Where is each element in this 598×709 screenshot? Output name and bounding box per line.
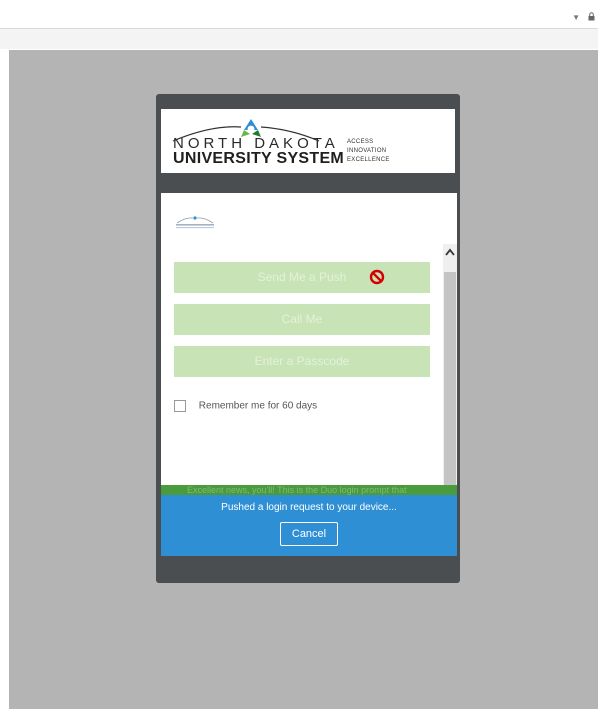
institution-logo-icon (176, 216, 214, 229)
lock-icon (588, 12, 595, 21)
remember-me: Remember me for 60 days (174, 400, 317, 412)
push-notice-bar: Pushed a login request to your device...… (161, 495, 457, 556)
push-notice-message: Pushed a login request to your device... (221, 502, 397, 513)
send-push-button[interactable]: Send Me a Push (174, 262, 430, 293)
auth-methods: Send Me a Push Call Me Enter a Passcode (174, 262, 430, 388)
chevron-down-icon[interactable]: ▼ (572, 13, 580, 22)
tagline-access: ACCESS (347, 139, 374, 145)
chevron-up-icon[interactable] (444, 244, 456, 262)
remember-me-checkbox[interactable] (174, 400, 186, 412)
browser-toolbar-strip (0, 29, 598, 49)
no-entry-icon (369, 269, 385, 285)
remember-me-label: Remember me for 60 days (198, 400, 318, 412)
success-message-text: Excellent news, you'll! This is the Duo … (187, 485, 407, 495)
ndus-logo: NORTH DAKOTA UNIVERSITY SYSTEM ACCESS IN… (161, 109, 455, 173)
logo-tagline: ACCESS INNOVATION EXCELLENCE (347, 138, 390, 165)
logo-line-university-system: UNIVERSITY SYSTEM (173, 150, 345, 167)
auth-content: Send Me a Push Call Me Enter a Passcode … (161, 193, 457, 556)
browser-address-bar: ▼ (0, 8, 598, 29)
cancel-button[interactable]: Cancel (280, 522, 338, 546)
tagline-innovation: INNOVATION (347, 148, 387, 154)
tagline-excellence: EXCELLENCE (347, 157, 390, 163)
login-dialog: NORTH DAKOTA UNIVERSITY SYSTEM ACCESS IN… (156, 94, 460, 583)
enter-passcode-button[interactable]: Enter a Passcode (174, 346, 430, 377)
send-push-label: Send Me a Push (257, 270, 347, 284)
call-me-button[interactable]: Call Me (174, 304, 430, 335)
